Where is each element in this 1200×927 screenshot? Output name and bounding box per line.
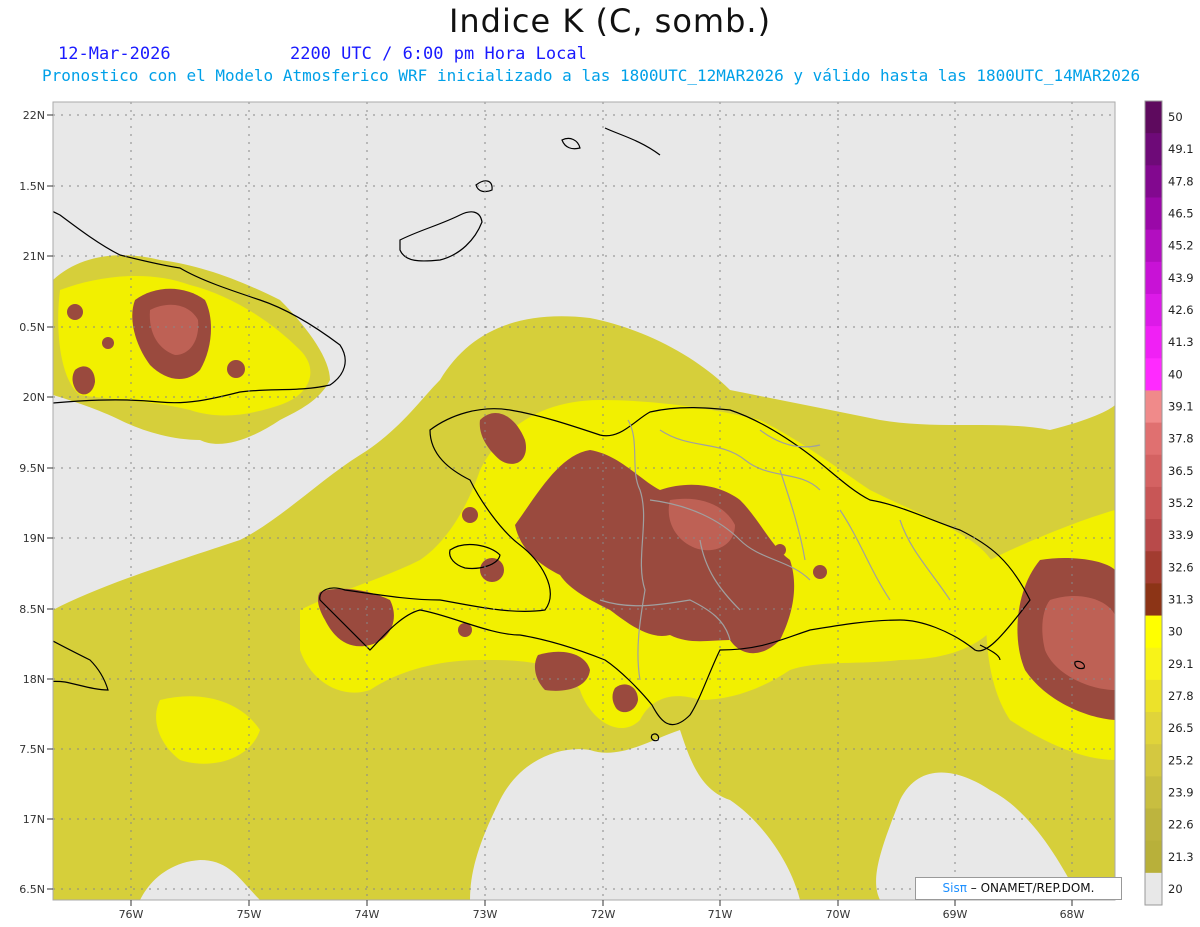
colorbar-swatch [1145,551,1162,584]
colorbar-label: 23.9 [1168,785,1194,799]
colorbar-label: 43.9 [1168,271,1194,285]
lat-label: 20N [23,391,45,404]
colorbar-swatch [1145,486,1162,520]
lat-label: 18N [23,673,45,686]
colorbar-swatch [1145,840,1162,874]
colorbar-swatch [1145,326,1162,359]
colorbar-label: 29.1 [1168,657,1194,671]
colorbar-label: 27.8 [1168,689,1194,703]
colorbar-label: 35.2 [1168,496,1194,510]
colorbar-swatch [1145,454,1162,488]
lon-label: 69W [943,908,968,921]
k-index-map: 22N 1.5N 21N 0.5N 20N 9.5N 19N 8.5N 18N … [19,100,1194,921]
colorbar-swatch [1145,422,1162,456]
lon-label: 73W [473,908,498,921]
colorbar-swatch [1145,133,1162,166]
lat-label: 1.5N [19,180,45,193]
lon-label: 71W [708,908,733,921]
colorbar-label: 21.3 [1168,850,1194,864]
colorbar-label: 22.6 [1168,818,1194,832]
lat-label: 6.5N [19,883,45,896]
colorbar: 50 49.1 47.8 46.5 45.2 43.9 42.6 41.3 40 39.1 37.8… [1144,100,1194,906]
colorbar-swatch [1145,647,1162,681]
colorbar-swatch [1145,776,1162,810]
colorbar-label: 47.8 [1168,174,1194,188]
credit-text: – ONAMET/REP.DOM. [970,881,1095,895]
colorbar-swatch [1145,101,1162,134]
colorbar-swatch [1145,583,1162,617]
colorbar-swatch [1145,165,1162,198]
lat-label: 8.5N [19,603,45,616]
colorbar-swatch [1145,744,1162,777]
colorbar-swatch [1145,679,1162,713]
colorbar-swatch [1145,229,1162,263]
colorbar-label: 39.1 [1168,400,1194,414]
lat-label: 19N [23,532,45,545]
colorbar-label: 31.3 [1168,592,1194,606]
lat-label: 17N [23,813,45,826]
colorbar-swatch [1145,808,1162,842]
lon-label: 74W [355,908,380,921]
lon-label: 75W [237,908,262,921]
lat-label: 22N [23,109,45,122]
colorbar-label: 40 [1168,367,1183,381]
colorbar-swatch [1145,872,1162,906]
colorbar-label: 42.6 [1168,303,1194,317]
colorbar-label: 49.1 [1168,142,1194,156]
colorbar-label: 30 [1168,625,1183,639]
lat-label: 7.5N [19,743,45,756]
colorbar-label: 45.2 [1168,239,1194,253]
lon-label: 76W [119,908,144,921]
credit-box: Sisπ – ONAMET/REP.DOM. [915,877,1122,900]
lon-label: 72W [591,908,616,921]
lon-label: 68W [1060,908,1085,921]
colorbar-label: 36.5 [1168,464,1194,478]
colorbar-swatch [1145,293,1162,327]
colorbar-label: 46.5 [1168,207,1194,221]
colorbar-swatch [1145,390,1162,424]
colorbar-label: 26.5 [1168,721,1194,735]
colorbar-swatch [1145,358,1162,391]
lat-label: 9.5N [19,462,45,475]
lat-label: 0.5N [19,321,45,334]
colorbar-label: 25.2 [1168,753,1194,767]
colorbar-label: 20 [1168,882,1183,896]
lon-label: 70W [826,908,851,921]
colorbar-swatch [1145,712,1162,745]
colorbar-swatch [1145,615,1162,649]
lat-label: 21N [23,250,45,263]
colorbar-label: 37.8 [1168,432,1194,446]
colorbar-label: 41.3 [1168,335,1194,349]
colorbar-swatch [1145,261,1162,295]
colorbar-label: 50 [1168,110,1183,124]
colorbar-swatch [1145,519,1162,552]
colorbar-label: 33.9 [1168,528,1194,542]
colorbar-label: 32.6 [1168,560,1194,574]
credit-sis: Sisπ [942,881,967,895]
colorbar-swatch [1145,197,1162,231]
